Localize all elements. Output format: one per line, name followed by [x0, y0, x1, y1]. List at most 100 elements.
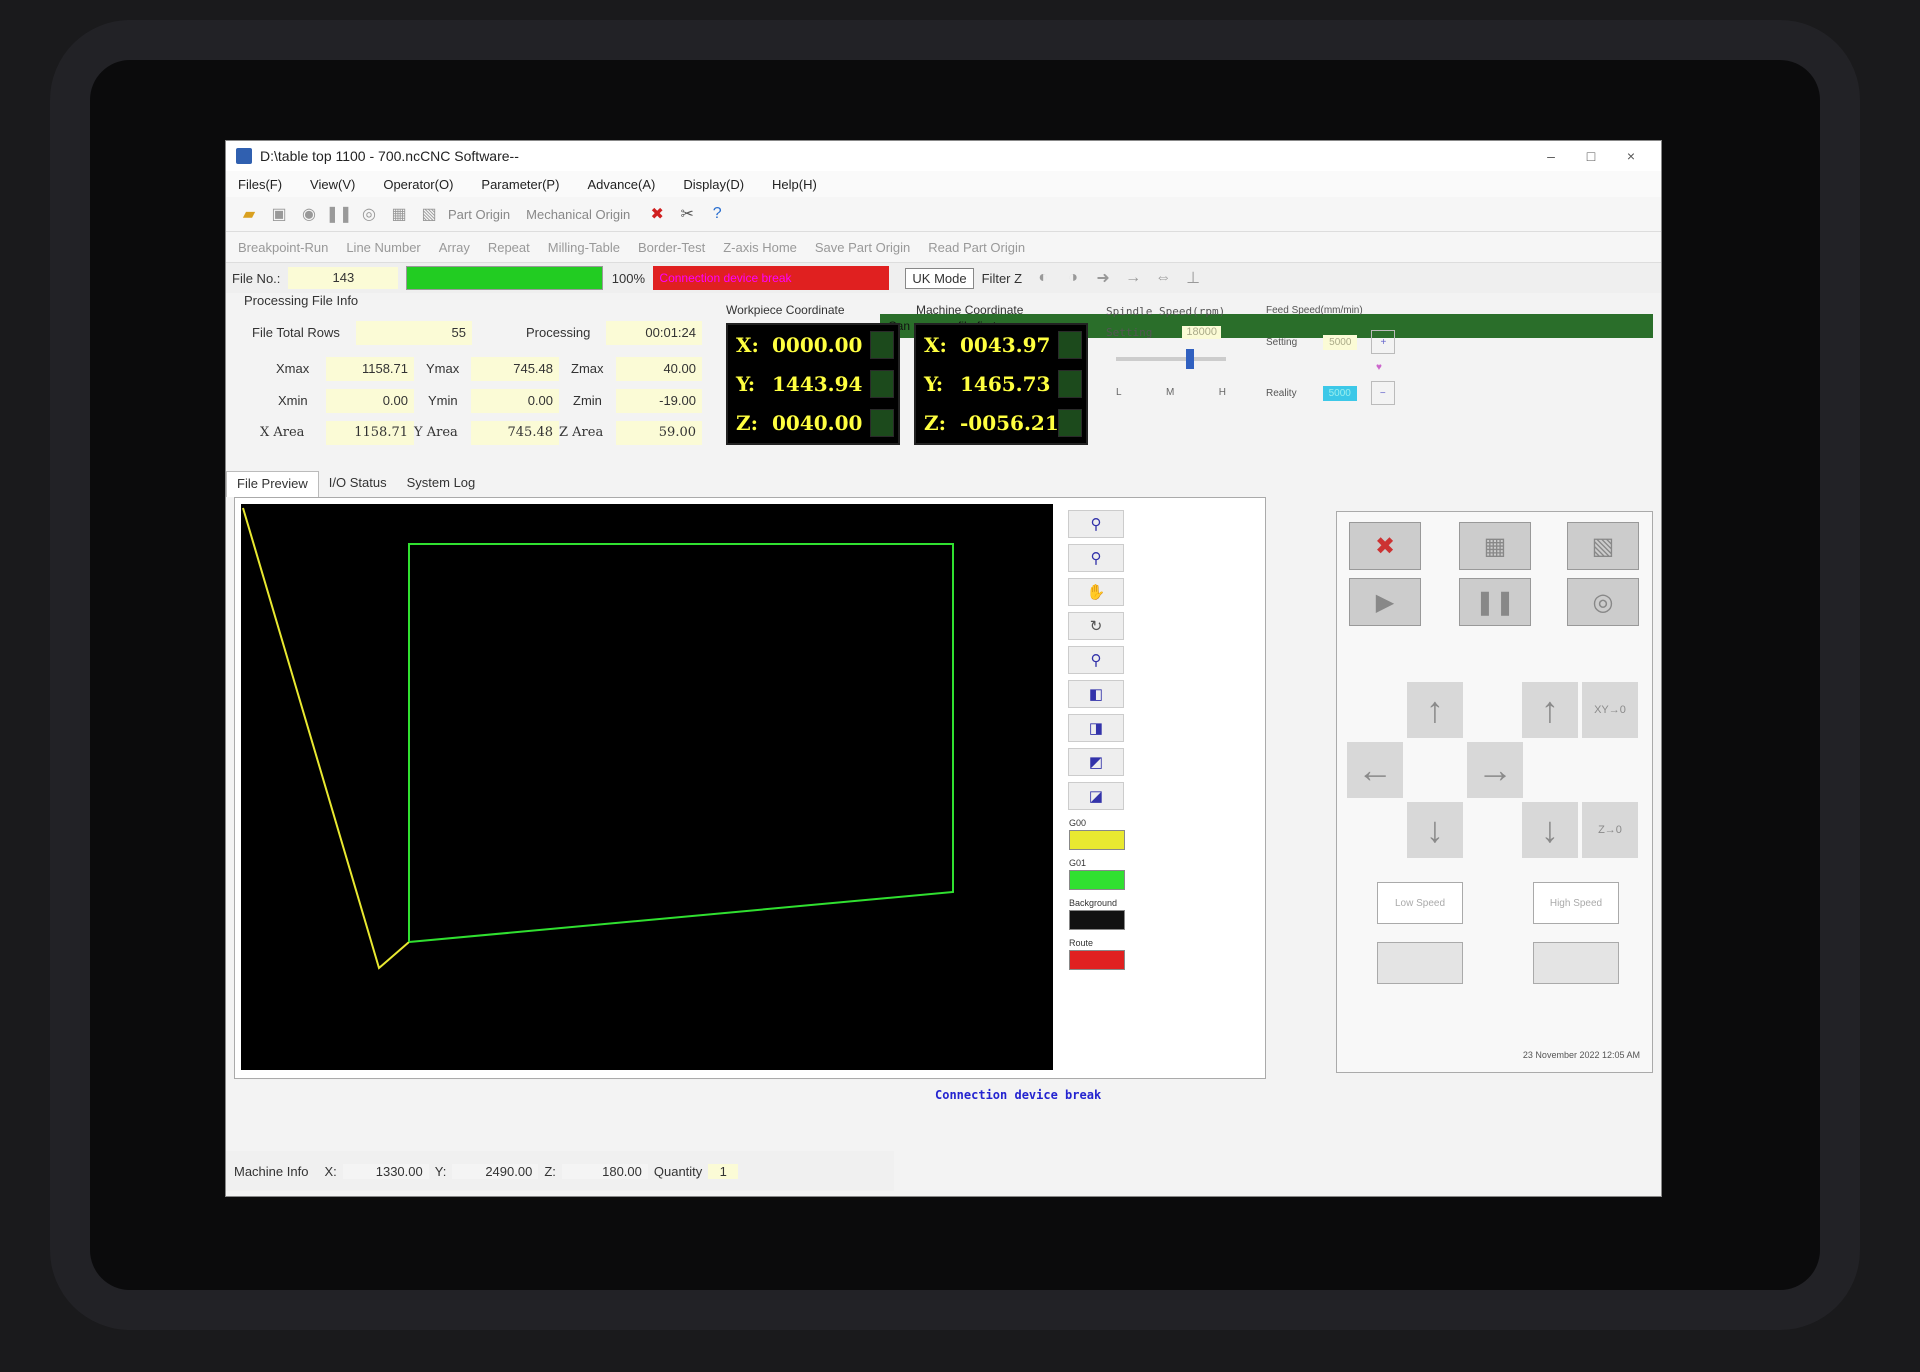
save-icon[interactable]: ▣	[268, 203, 290, 225]
toolpath-canvas[interactable]	[241, 504, 1053, 1070]
jog-y-plus-button[interactable]: ↑	[1407, 682, 1463, 738]
emergency-stop-button[interactable]: ✖	[1349, 522, 1421, 570]
spindle-title: Spindle Speed(rpm)	[1106, 305, 1226, 318]
spindle-on-icon[interactable]: ▦	[388, 203, 410, 225]
nav-prev-icon[interactable]: ◑	[1062, 267, 1084, 289]
zoom-out-icon[interactable]: ⚲	[1068, 544, 1124, 572]
nav-last-icon[interactable]: ⊥	[1182, 267, 1204, 289]
menu-operator[interactable]: Operator(O)	[383, 177, 453, 192]
open-folder-icon[interactable]: ▰	[238, 203, 260, 225]
breakpoint-run-button[interactable]: Breakpoint-Run	[238, 240, 328, 255]
xmax-label: Xmax	[276, 361, 310, 376]
preview-tools: ⚲ ⚲ ✋ ↻ ⚲ ◧ ◨ ◩ ◪ G00 G01 Background Rou…	[1065, 504, 1127, 1070]
menu-display[interactable]: Display(D)	[683, 177, 744, 192]
menu-view[interactable]: View(V)	[310, 177, 355, 192]
xy-zero-button[interactable]: XY→0	[1582, 682, 1638, 738]
spindle-slider-thumb[interactable]	[1186, 349, 1194, 369]
tab-file-preview[interactable]: File Preview	[226, 471, 319, 497]
spindle-mid-label: M	[1165, 387, 1175, 398]
app-icon	[236, 148, 252, 164]
connection-alert: Connection device break	[653, 266, 890, 290]
tab-io-status[interactable]: I/O Status	[319, 471, 397, 497]
processing-title: Processing File Info	[244, 293, 359, 308]
ymax-value: 745.48	[471, 357, 559, 381]
feed-decrease-button[interactable]: −	[1370, 381, 1395, 405]
emergency-icon[interactable]: ✖	[646, 203, 668, 225]
wp-y-indicator	[870, 369, 894, 398]
legend-background-swatch[interactable]	[1069, 910, 1125, 930]
stop-button[interactable]: ◎	[1567, 578, 1639, 626]
zoom-in-icon[interactable]: ⚲	[1068, 510, 1124, 538]
pan-hand-icon[interactable]: ✋	[1068, 578, 1124, 606]
legend-g01-swatch[interactable]	[1069, 870, 1125, 890]
spindle-start-button[interactable]: ▦	[1459, 522, 1531, 570]
feed-reality-value: 5000	[1322, 385, 1357, 401]
jog-x-minus-button[interactable]: ←	[1347, 742, 1403, 798]
progress-bar	[406, 266, 604, 290]
spindle-off-icon[interactable]: ▧	[418, 203, 440, 225]
nav-first-icon[interactable]: ◐	[1032, 267, 1054, 289]
array-button[interactable]: Array	[439, 240, 470, 255]
feed-increase-button[interactable]: +	[1371, 330, 1396, 354]
view-side-icon[interactable]: ◩	[1068, 748, 1124, 776]
jog-z-minus-button[interactable]: ↓	[1522, 802, 1578, 858]
read-part-origin-button[interactable]: Read Part Origin	[928, 240, 1025, 255]
start-icon[interactable]: ◉	[298, 203, 320, 225]
zoom-fit-icon[interactable]: ⚲	[1068, 646, 1124, 674]
run-button[interactable]: ▶	[1349, 578, 1421, 626]
machine-coordinates: X: 0043.97 Y: 1465.73 Z: -0056.21	[914, 323, 1088, 445]
step-button[interactable]	[1377, 942, 1463, 984]
repeat-button[interactable]: Repeat	[488, 240, 530, 255]
mi-z-label: Z:	[544, 1163, 556, 1179]
nav-step-icon[interactable]: →	[1122, 267, 1144, 289]
view-top-icon[interactable]: ◪	[1068, 782, 1124, 810]
file-preview-panel: ⚲ ⚲ ✋ ↻ ⚲ ◧ ◨ ◩ ◪ G00 G01 Background Rou…	[234, 497, 1266, 1102]
stop-icon[interactable]: ◎	[358, 203, 380, 225]
milling-table-button[interactable]: Milling-Table	[548, 240, 620, 255]
zmin-label: Zmin	[573, 393, 602, 408]
z-zero-button[interactable]: Z→0	[1582, 802, 1638, 858]
legend-g00-swatch[interactable]	[1069, 830, 1125, 850]
jog-z-plus-button[interactable]: ↑	[1522, 682, 1578, 738]
jog-x-plus-button[interactable]: →	[1467, 742, 1523, 798]
menu-advance[interactable]: Advance(A)	[587, 177, 655, 192]
spindle-stop-button[interactable]: ▧	[1567, 522, 1639, 570]
menu-parameter[interactable]: Parameter(P)	[481, 177, 559, 192]
tools-icon[interactable]: ✂	[676, 203, 698, 225]
pause-button[interactable]: ❚❚	[1459, 578, 1531, 626]
jog-y-minus-button[interactable]: ↓	[1407, 802, 1463, 858]
border-test-button[interactable]: Border-Test	[638, 240, 705, 255]
close-button[interactable]: ×	[1611, 148, 1651, 164]
secondary-toolbar: Breakpoint-Run Line Number Array Repeat …	[226, 232, 1661, 263]
processing-label: Processing	[526, 325, 591, 340]
help-icon[interactable]: ?	[706, 203, 728, 225]
minimize-button[interactable]: –	[1531, 148, 1571, 164]
save-part-origin-button[interactable]: Save Part Origin	[815, 240, 910, 255]
high-speed-button[interactable]: High Speed	[1533, 882, 1619, 924]
menu-files[interactable]: Files(F)	[238, 177, 282, 192]
z-axis-home-button[interactable]: Z-axis Home	[723, 240, 797, 255]
uk-mode-button[interactable]: UK Mode	[905, 267, 974, 289]
part-origin-button[interactable]: Part Origin	[448, 207, 510, 222]
toolpath-svg	[242, 507, 954, 970]
view-3d-icon[interactable]: ◧	[1068, 680, 1124, 708]
legend-route-swatch[interactable]	[1069, 950, 1125, 970]
rotate-icon[interactable]: ↻	[1068, 612, 1124, 640]
wp-z-value: 0040.00	[772, 410, 863, 435]
mechanical-origin-button[interactable]: Mechanical Origin	[526, 207, 630, 222]
maximize-button[interactable]: □	[1571, 148, 1611, 164]
menu-help[interactable]: Help(H)	[772, 177, 817, 192]
continue-button[interactable]	[1533, 942, 1619, 984]
filter-z-label[interactable]: Filter Z	[982, 271, 1022, 286]
mc-y-label: Y:	[924, 371, 944, 396]
nav-jump-icon[interactable]: ⇔	[1152, 267, 1174, 289]
line-number-button[interactable]: Line Number	[346, 240, 420, 255]
nav-next-icon[interactable]: ➜	[1092, 267, 1114, 289]
pause-icon[interactable]: ❚❚	[326, 203, 353, 225]
view-front-icon[interactable]: ◨	[1068, 714, 1124, 742]
xmin-label: Xmin	[278, 393, 308, 408]
mc-x-value: 0043.97	[960, 332, 1051, 357]
tab-system-log[interactable]: System Log	[397, 471, 486, 497]
low-speed-button[interactable]: Low Speed	[1377, 882, 1463, 924]
spindle-slider[interactable]	[1116, 349, 1226, 369]
